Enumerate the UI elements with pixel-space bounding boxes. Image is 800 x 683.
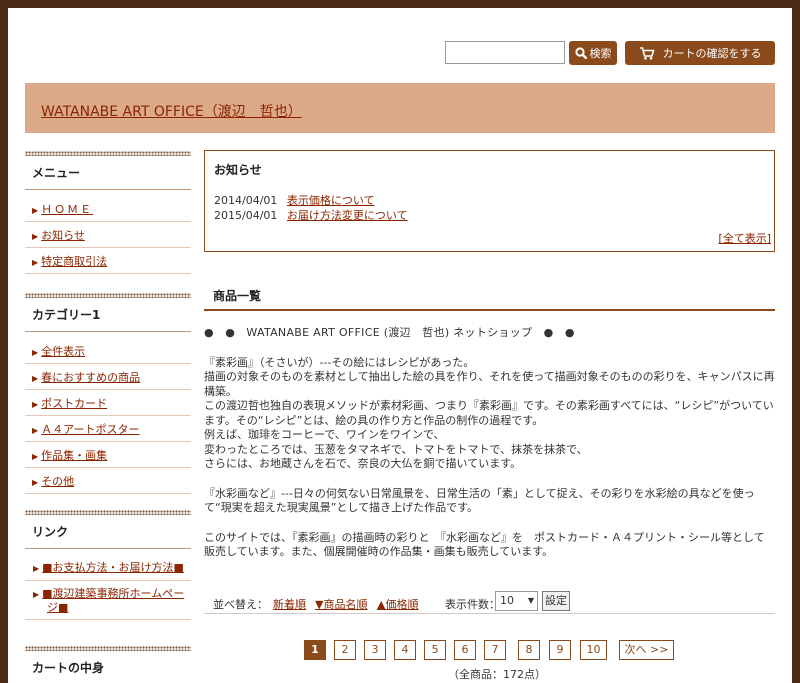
page-link[interactable]: 5 [424,640,446,660]
products-title: 商品一覧 [204,287,775,311]
site-title-link[interactable]: WATANABE ART OFFICE（渡辺 哲也） [41,101,302,121]
sidebar-links: リンク ▶ ■お支払方法・お届け方法■ ▶ ■渡辺建築事務所ホームページ■ [25,510,191,620]
sidebar-item-payment[interactable]: ▶ ■お支払方法・お届け方法■ [25,553,191,581]
sidebar-item-label[interactable]: ■渡辺建築事務所ホームページ■ [42,587,184,614]
count-label: 表示件数： [445,598,500,611]
sidebar-menu-title: メニュー [25,156,191,190]
sort-newest-link[interactable]: 新着順 [273,596,306,612]
page-link[interactable]: 9 [549,640,571,660]
triangle-icon: ▶ [32,258,39,267]
description-paragraph: 『素彩画』（そさいが）---その絵にはレシピがあった。 描画の対象そのものを素材… [204,355,775,471]
page-link[interactable]: 8 [518,640,540,660]
triangle-icon: ▶ [32,452,39,461]
sidebar-item-label[interactable]: その他 [41,475,74,488]
sidebar-item-label[interactable]: 春におすすめの商品 [41,371,140,384]
description-paragraph: 『水彩画など』---日々の何気ない日常風景を、日常生活の「素」として捉え、その彩… [204,486,755,515]
sidebar-item-home[interactable]: ▶ ＨＯＭＥ [25,196,191,222]
page-link[interactable]: 1 [304,640,326,660]
cart-button[interactable]: カートの確認をする [625,41,775,65]
chevron-down-icon: ▼ [527,596,534,605]
triangle-icon: ▶ [32,426,39,435]
page-link[interactable]: 7 [484,640,506,660]
news-link[interactable]: お届け方法変更について [287,209,408,222]
sidebar-item-label[interactable]: ■お支払方法・お届け方法■ [42,561,184,574]
news-item: 2015/04/01 お届け方法変更について [214,207,408,223]
news-show-all-link[interactable]: [全て表示] [718,230,771,246]
sort-price-link[interactable]: ▲価格順 [377,596,418,612]
magnifier-icon [574,46,587,59]
sidebar-categories-title: カテゴリー1 [25,298,191,332]
triangle-icon: ▶ [33,590,40,599]
next-page-link[interactable]: 次へ >> [619,640,674,660]
page-link[interactable]: 10 [580,640,607,660]
count-select-value: 10 [500,594,514,607]
news-link[interactable]: 表示価格について [287,194,375,207]
sort-bar: 並べ替え： 新着順 ▼商品名順 ▲価格順 表示件数： 10 ▼ 設定 [204,588,775,614]
description-paragraph: このサイトでは、『素彩画』の描画時の彩りと 『水彩画など』を ポストカード・Ａ４… [204,530,776,559]
sidebar-item-label[interactable]: 特定商取引法 [41,255,107,268]
news-date: 2015/04/01 [214,209,278,222]
sidebar-item-news[interactable]: ▶ お知らせ [25,222,191,248]
triangle-icon: ▶ [33,564,40,573]
search-button-label: 検索 [589,47,612,60]
page-link[interactable]: 6 [454,640,476,660]
description-headline: ● ● WATANABE ART OFFICE (渡辺 哲也) ネットショップ … [204,326,575,339]
sidebar-item-artbook[interactable]: ▶ 作品集・画集 [25,442,191,468]
sidebar-item-spring[interactable]: ▶ 春におすすめの商品 [25,364,191,390]
sidebar-item-all[interactable]: ▶ 全件表示 [25,338,191,364]
site-banner: WATANABE ART OFFICE（渡辺 哲也） [25,83,775,133]
triangle-icon: ▶ [32,206,39,215]
total-count: （全商品：172点） [448,668,546,681]
triangle-icon: ▶ [32,374,39,383]
news-date: 2014/04/01 [214,194,278,207]
page-link[interactable]: 2 [334,640,356,660]
triangle-icon: ▶ [32,232,39,241]
sidebar-item-legal[interactable]: ▶ 特定商取引法 [25,248,191,274]
sort-name-link[interactable]: ▼商品名順 [315,596,367,612]
sidebar-item-poster[interactable]: ▶ Ａ４アートポスター [25,416,191,442]
sidebar-item-label[interactable]: Ａ４アートポスター [41,423,139,436]
product-description: ● ● WATANABE ART OFFICE (渡辺 哲也) ネットショップ … [204,326,776,575]
page-link[interactable]: 3 [364,640,386,660]
sidebar-item-label[interactable]: 作品集・画集 [41,449,107,462]
sort-label: 並べ替え： [213,598,268,611]
triangle-icon: ▶ [32,478,39,487]
news-box: お知らせ 2014/04/01 表示価格について 2015/04/01 お届け方… [204,150,775,252]
sidebar-item-postcard[interactable]: ▶ ポストカード [25,390,191,416]
search-button[interactable]: 検索 [569,41,617,65]
triangle-icon: ▶ [32,400,39,409]
sidebar-item-label[interactable]: ＨＯＭＥ [41,203,93,216]
sidebar-menu: メニュー ▶ ＨＯＭＥ ▶ お知らせ ▶ 特定商取引法 [25,151,191,274]
sidebar-item-label[interactable]: 全件表示 [41,345,85,358]
set-button[interactable]: 設定 [542,591,570,611]
sidebar-cart-title: カートの中身 [25,651,191,683]
triangle-icon: ▶ [32,348,39,357]
sidebar-cart: カートの中身 [25,646,191,683]
search-input[interactable] [445,41,565,64]
sidebar-item-other[interactable]: ▶ その他 [25,468,191,494]
news-title: お知らせ [214,163,262,177]
sidebar-links-title: リンク [25,515,191,549]
cart-icon [639,46,655,60]
page-frame: 検索 カートの確認をする WATANABE ART OFFICE（渡辺 哲也） … [8,8,792,683]
count-select[interactable]: 10 ▼ [495,591,538,611]
sidebar-item-architect[interactable]: ▶ ■渡辺建築事務所ホームページ■ [25,581,191,620]
cart-button-label: カートの確認をする [662,47,762,60]
page-link[interactable]: 4 [394,640,416,660]
sidebar-item-label[interactable]: ポストカード [41,397,107,410]
sidebar-categories: カテゴリー1 ▶ 全件表示 ▶ 春におすすめの商品 ▶ ポストカード ▶ Ａ４アートポス… [25,293,191,494]
sidebar-item-label[interactable]: お知らせ [41,229,85,242]
news-item: 2014/04/01 表示価格について [214,192,375,208]
